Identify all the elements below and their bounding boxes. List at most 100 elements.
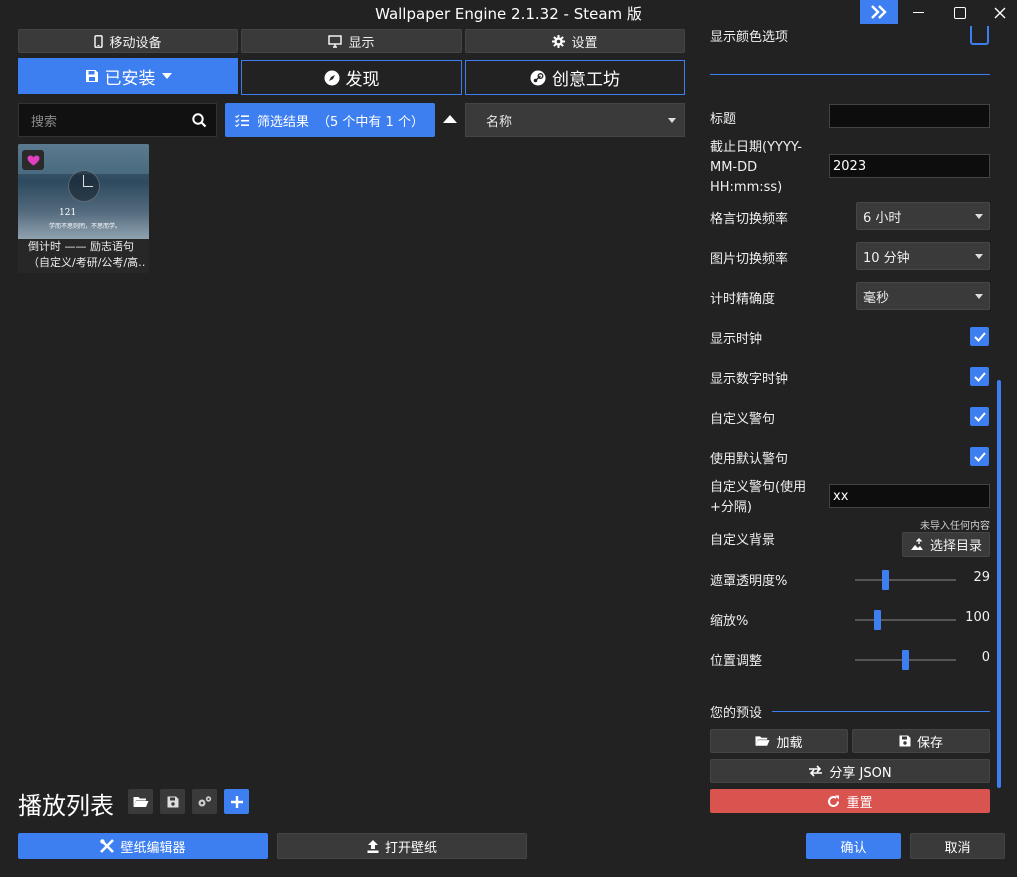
playlist-settings-button[interactable] [192, 789, 217, 814]
custom-quote-sep-line1: 自定义警句(使用 [710, 480, 807, 495]
position-label: 位置调整 [710, 654, 763, 669]
chevron-down-icon [975, 294, 983, 299]
opacity-slider-thumb[interactable] [882, 570, 889, 590]
filter-results-button[interactable]: 筛选结果 （5 个中有 1 个） [225, 103, 435, 137]
show-clock-checkbox[interactable] [970, 327, 989, 346]
reset-label: 重置 [846, 795, 873, 811]
custom-quote-label: 自定义警句 [710, 412, 776, 427]
compass-icon [324, 70, 339, 85]
wallpaper-caption: 倒计时 —— 励志语句 （自定义/考研/公考/高… [18, 239, 149, 273]
mobile-device-button[interactable]: 移动设备 [18, 29, 238, 53]
search-input[interactable]: 搜索 [18, 103, 217, 137]
position-slider-thumb[interactable] [902, 650, 909, 670]
checkmark-icon [973, 371, 986, 382]
steam-icon [530, 70, 546, 85]
caption-line-2: （自定义/考研/公考/高… [28, 256, 145, 269]
caption-line-1: 倒计时 —— 励志语句 [28, 240, 134, 253]
playlist-save-button[interactable] [160, 789, 185, 814]
folder-open-icon [755, 736, 771, 746]
opacity-slider[interactable] [855, 570, 956, 590]
sort-value: 名称 [486, 114, 513, 130]
scale-slider[interactable] [855, 610, 956, 630]
image-frequency-value: 10 分钟 [863, 250, 910, 266]
deadline-label-line1: 截止日期(YYYY- [710, 140, 802, 155]
minimize-icon [912, 12, 924, 13]
show-color-checkbox[interactable] [970, 26, 989, 45]
slogan-text: 学而不思则罔，不思而学。 [49, 223, 122, 230]
save-icon [899, 735, 911, 747]
settings-button[interactable]: 设置 [465, 29, 685, 53]
open-wallpaper-button[interactable]: 打开壁纸 [277, 833, 527, 859]
list-check-icon [235, 114, 249, 127]
custom-quote-input[interactable]: xx [829, 484, 990, 508]
image-frequency-select[interactable]: 10 分钟 [856, 242, 990, 270]
checkmark-icon [973, 331, 986, 342]
maximize-button[interactable] [940, 0, 980, 25]
preset-save-button[interactable]: 保存 [852, 729, 990, 753]
exchange-icon [809, 765, 823, 777]
checkmark-icon [973, 411, 986, 422]
scale-slider-thumb[interactable] [874, 610, 881, 630]
reset-button[interactable]: 重置 [710, 789, 990, 813]
tab-workshop[interactable]: 创意工坊 [465, 60, 685, 95]
divider [710, 74, 990, 75]
playlist-add-button[interactable] [224, 789, 249, 814]
precision-select[interactable]: 毫秒 [856, 282, 990, 310]
custom-bg-label: 自定义背景 [710, 533, 776, 548]
deadline-label-line2: MM-DD [710, 160, 758, 175]
maximize-icon [954, 6, 966, 19]
presets-title: 您的预设 [710, 706, 763, 721]
position-slider[interactable] [855, 650, 956, 670]
search-icon[interactable] [192, 113, 207, 128]
deadline-label: 截止日期(YYYY- MM-DD HH:mm:ss) [710, 138, 802, 198]
cancel-button[interactable]: 取消 [910, 833, 1005, 859]
filter-label: 筛选结果 [257, 114, 310, 130]
opacity-value: 29 [973, 570, 990, 585]
scale-value: 100 [965, 610, 990, 625]
title-input[interactable] [829, 104, 990, 128]
deadline-input[interactable]: 2023 [829, 154, 990, 178]
close-button[interactable] [980, 0, 1017, 25]
custom-quote-checkbox[interactable] [970, 407, 989, 426]
default-quote-checkbox[interactable] [970, 447, 989, 466]
presets-divider [772, 711, 990, 712]
quote-frequency-select[interactable]: 6 小时 [856, 202, 990, 230]
playlist-load-button[interactable] [128, 789, 153, 814]
opacity-label: 遮罩透明度% [710, 574, 788, 589]
minimize-button[interactable] [898, 0, 938, 25]
tab-installed[interactable]: 已安装 [18, 58, 238, 94]
expand-panel-button[interactable] [860, 0, 898, 24]
refresh-icon [828, 795, 840, 807]
quote-frequency-label: 格言切换频率 [710, 212, 789, 227]
sort-select[interactable]: 名称 [465, 103, 685, 137]
chevron-down-icon [975, 254, 983, 259]
preset-save-label: 保存 [916, 735, 943, 751]
monitor-icon [328, 34, 343, 48]
no-content-text: 未导入任何内容 [920, 521, 990, 532]
caret-down-icon [161, 72, 172, 79]
settings-label: 设置 [571, 35, 598, 51]
filter-count: （5 个中有 1 个） [317, 114, 424, 130]
share-json-button[interactable]: 分享 JSON [710, 759, 990, 783]
show-color-label: 显示颜色选项 [710, 30, 789, 45]
display-button[interactable]: 显示 [241, 29, 462, 53]
choose-directory-button[interactable]: 选择目录 [902, 532, 990, 557]
custom-quote-sep-line2: +分隔) [710, 500, 752, 515]
heart-icon [27, 155, 39, 165]
wallpaper-editor-button[interactable]: 壁纸编辑器 [18, 833, 268, 859]
save-icon [167, 796, 178, 807]
clock-text: 121 [59, 208, 77, 218]
wallpaper-card[interactable]: 121 学而不思则罔，不思而学。 倒计时 —— 励志语句 （自定义/考研/公考/… [18, 144, 149, 273]
chevron-down-icon [668, 118, 676, 123]
preset-load-button[interactable]: 加载 [710, 729, 848, 753]
show-digital-clock-label: 显示数字时钟 [710, 372, 789, 387]
tab-discover[interactable]: 发现 [241, 60, 462, 95]
properties-scrollbar[interactable] [997, 380, 1001, 788]
confirm-button[interactable]: 确认 [806, 833, 901, 859]
default-quote-label: 使用默认警句 [710, 452, 789, 467]
sort-ascending-icon[interactable] [443, 115, 457, 123]
favorite-badge[interactable] [22, 150, 44, 170]
precision-label: 计时精确度 [710, 292, 776, 307]
gear-icon [552, 34, 566, 48]
show-digital-clock-checkbox[interactable] [970, 367, 989, 386]
